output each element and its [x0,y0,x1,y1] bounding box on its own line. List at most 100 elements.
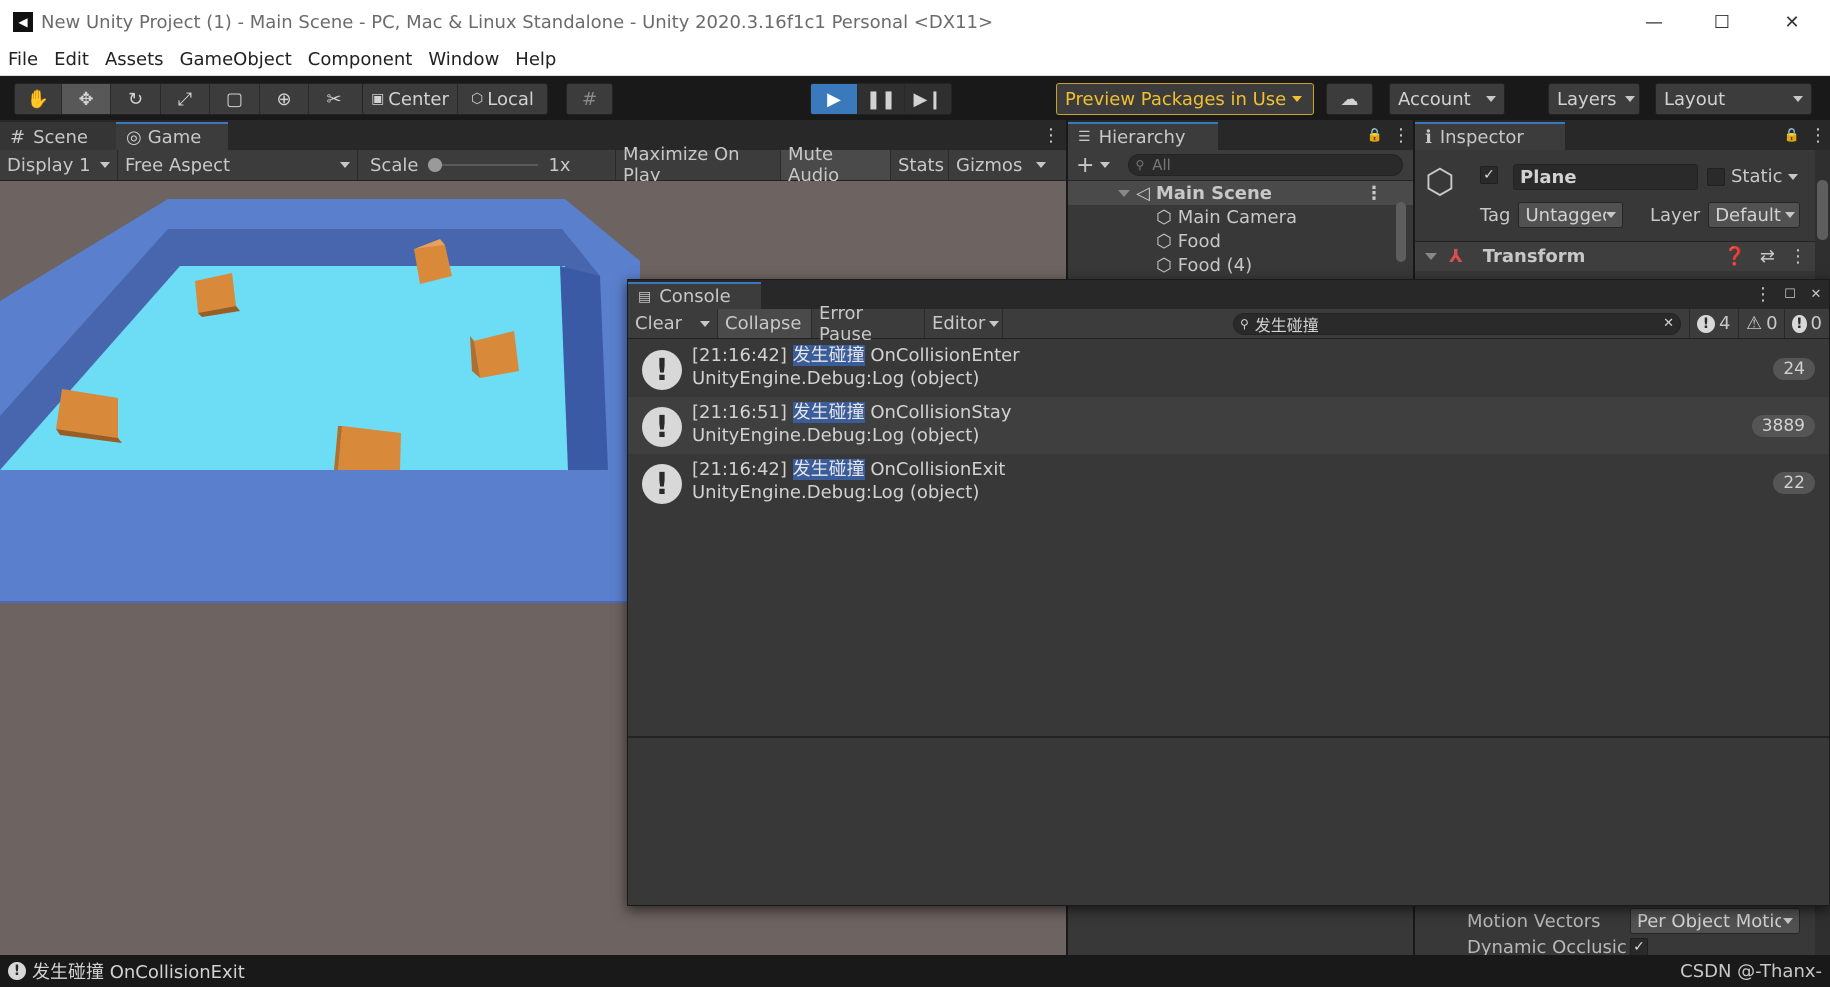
menu-window[interactable]: Window [428,49,499,70]
more-options-icon[interactable]: ⋮ [1389,122,1413,150]
display-dropdown[interactable]: Display 1 [0,150,118,180]
custom-tool-icon[interactable]: ✂ [309,84,359,114]
tab-hierarchy[interactable]: ☰ Hierarchy [1068,122,1218,150]
gameobject-cube-icon: ⬡ [1156,206,1172,228]
menu-component[interactable]: Component [308,49,413,70]
lock-icon[interactable]: 🔒 [1361,122,1389,150]
menu-gameobject[interactable]: GameObject [180,49,292,70]
close-icon[interactable]: ✕ [1803,281,1829,309]
info-filter-toggle[interactable]: ! 4 [1689,309,1739,338]
lock-icon[interactable]: 🔒 [1778,122,1806,150]
menu-bar: File Edit Assets GameObject Component Wi… [0,44,1830,76]
more-options-icon[interactable]: ⋮ [1036,122,1066,150]
hierarchy-scene-row[interactable]: ◁ Main Scene ⋮ [1068,181,1413,205]
menu-file[interactable]: File [8,49,38,70]
clear-search-icon[interactable]: ✕ [1663,316,1674,331]
error-filter-toggle[interactable]: ! 0 [1785,309,1829,338]
static-toggle[interactable]: Static [1707,166,1799,187]
transform-tool-icon[interactable]: ⊕ [260,84,309,114]
rotate-tool-icon[interactable]: ↻ [111,84,161,114]
tab-scene[interactable]: # Scene [0,122,116,150]
gizmos-dropdown[interactable]: Gizmos [949,150,1066,180]
log-entry[interactable]: ! [21:16:42] 发生碰撞 OnCollisionEnter UnityE… [628,340,1829,397]
clear-button[interactable]: Clear [628,309,718,338]
hierarchy-item-food-4[interactable]: ⬡ Food (4) [1068,253,1413,277]
chevron-down-icon [1100,162,1111,168]
more-options-icon[interactable]: ⋮ [1806,122,1830,150]
preset-icon[interactable]: ⇄ [1760,246,1775,267]
slider-thumb[interactable] [428,158,443,172]
info-icon: ! [1697,314,1715,333]
console-detail-pane [628,738,1829,905]
move-tool-icon[interactable]: ✥ [62,84,111,114]
tab-console[interactable]: ▤ Console [628,282,761,309]
hierarchy-search[interactable]: ⚲ All [1128,154,1404,176]
more-options-icon[interactable]: ⋮ [1365,183,1383,204]
status-bar: ! 发生碰撞 OnCollisionExit CSDN @-Thanx- [0,955,1830,987]
step-icon[interactable]: ▶❙ [905,84,951,114]
status-message[interactable]: 发生碰撞 OnCollisionExit [32,958,245,984]
hierarchy-item-main-camera[interactable]: ⬡ Main Camera [1068,205,1413,229]
account-dropdown[interactable]: Account [1389,83,1505,115]
hand-tool-icon[interactable]: ✋ [15,84,62,114]
maximize-on-play-toggle[interactable]: Maximize On Play [616,144,781,186]
menu-edit[interactable]: Edit [54,49,89,70]
game-panel-header: # Scene ◎ Game ⋮ Display 1 Free Aspect Sca… [0,120,1066,186]
pivot-center-button[interactable]: ▣ Center [363,84,458,114]
pause-icon[interactable]: ❚❚ [858,84,905,114]
snap-group: # [566,83,613,115]
layers-dropdown[interactable]: Layers [1548,83,1640,115]
check-icon[interactable]: ✓ [1630,938,1648,956]
object-name-field[interactable]: Plane [1513,164,1698,190]
minimize-button[interactable]: — [1626,0,1682,44]
help-icon[interactable]: ❓ [1723,246,1745,267]
info-icon: ! [8,962,26,980]
scale-tool-icon[interactable]: ⤢ [161,84,210,114]
active-checkbox[interactable]: ✓ [1480,166,1498,184]
play-icon[interactable]: ▶ [811,84,858,114]
pivot-local-button[interactable]: ⬡ Local [458,84,547,114]
transform-axes-icon: ⅄ [1449,246,1463,267]
hierarchy-item-food[interactable]: ⬡ Food [1068,229,1413,253]
tag-dropdown[interactable]: Untagged [1518,202,1624,228]
hierarchy-scrollbar[interactable] [1396,184,1408,264]
layer-dropdown[interactable]: Default [1708,202,1801,228]
gameobject-cube-icon: ⬡ [1156,254,1172,276]
layout-dropdown[interactable]: Layout [1655,83,1812,115]
maximize-icon[interactable]: ☐ [1777,281,1803,309]
window-title: New Unity Project (1) - Main Scene - PC,… [41,11,994,33]
menu-assets[interactable]: Assets [105,49,164,70]
grid-snap-icon[interactable]: # [567,84,612,114]
more-options-icon[interactable]: ⋮ [1749,281,1777,309]
more-options-icon[interactable]: ⋮ [1789,246,1807,267]
rect-tool-icon[interactable]: ▢ [210,84,260,114]
maximize-button[interactable]: ☐ [1694,0,1750,44]
menu-help[interactable]: Help [515,49,556,70]
main-toolbar: ✋ ✥ ↻ ⤢ ▢ ⊕ ✂ ▣ Center ⬡ Local # ▶ ❚❚ ▶❙ P… [0,77,1830,120]
aspect-dropdown[interactable]: Free Aspect [118,150,358,180]
search-icon: ⚲ [1240,316,1249,331]
transform-header[interactable]: ⅄ Transform ❓ ⇄ ⋮ [1415,241,1815,271]
editor-dropdown[interactable]: Editor [925,309,1003,338]
cloud-button[interactable]: ☁ [1326,83,1373,115]
mute-audio-toggle[interactable]: Mute Audio [781,144,891,186]
log-entry[interactable]: ! [21:16:51] 发生碰撞 OnCollisionStay UnityEn… [628,397,1829,454]
console-search[interactable]: ⚲ 发生碰撞 ✕ [1233,312,1681,335]
console-window: ▤ Console ⋮ ☐ ✕ Clear Collapse Error Paus… [627,279,1830,906]
tab-game[interactable]: ◎ Game [116,122,228,150]
add-icon[interactable]: + [1076,153,1094,178]
preview-packages-button[interactable]: Preview Packages in Use [1056,83,1314,115]
tab-inspector[interactable]: ℹ Inspector [1415,122,1565,150]
static-checkbox[interactable] [1707,167,1725,186]
collapse-toggle[interactable]: Collapse [718,309,812,338]
close-button[interactable]: ✕ [1764,0,1820,44]
scale-slider[interactable] [428,158,539,172]
warning-icon: ⚠ [1746,313,1763,334]
hierarchy-toolbar: + ⚲ All [1068,150,1413,181]
stats-toggle[interactable]: Stats [891,150,949,180]
expand-arrow-icon [1118,189,1130,197]
log-entry[interactable]: ! [21:16:42] 发生碰撞 OnCollisionExit UnityEn… [628,454,1829,511]
warning-filter-toggle[interactable]: ⚠ 0 [1739,309,1785,338]
error-pause-toggle[interactable]: Error Pause [812,303,925,345]
motion-vectors-dropdown[interactable]: Per Object Motio [1630,908,1800,934]
